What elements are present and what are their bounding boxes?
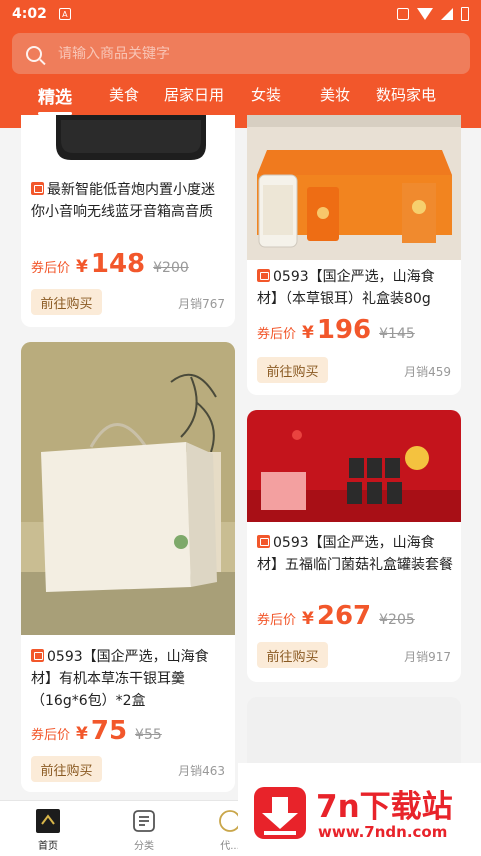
buy-button[interactable]: 前往购买 bbox=[257, 642, 328, 668]
vibrate-icon bbox=[397, 8, 409, 20]
price-label: 券后价 bbox=[257, 327, 297, 342]
app-notification-icon: A bbox=[58, 8, 71, 20]
tmall-badge-icon bbox=[257, 535, 270, 548]
watermark-text: 7n下载站 bbox=[316, 789, 453, 825]
price-label: 券后价 bbox=[257, 613, 297, 628]
search-bar[interactable] bbox=[12, 33, 470, 74]
tmall-badge-icon bbox=[257, 269, 270, 282]
original-price: ¥145 bbox=[379, 326, 415, 342]
product-image bbox=[247, 115, 461, 260]
tab-food[interactable]: 美食 bbox=[109, 84, 139, 105]
currency: ¥ bbox=[76, 724, 88, 744]
currency: ¥ bbox=[76, 257, 88, 277]
original-price: ¥55 bbox=[135, 727, 162, 743]
product-card[interactable]: 0593【国企严选，山海食材】五福临门菌菇礼盒罐装套餐 券后价 ¥ 267 ¥2… bbox=[247, 410, 461, 682]
tab-beauty[interactable]: 美妆 bbox=[320, 84, 350, 105]
price: 75 bbox=[90, 716, 128, 746]
wifi-icon bbox=[417, 8, 433, 20]
monthly-sales: 月销767 bbox=[178, 297, 225, 311]
nav-category[interactable]: 分类 bbox=[114, 809, 174, 852]
product-card[interactable]: 0593【国企严选，山海食材】（本草银耳）礼盒装80g 券后价 ¥ 196 ¥1… bbox=[247, 115, 461, 395]
monthly-sales: 月销459 bbox=[404, 365, 451, 379]
product-image bbox=[21, 342, 235, 635]
price-row: 券后价 ¥ 267 ¥205 bbox=[257, 601, 415, 631]
product-title: 0593【国企严选，山海食材】有机本草冻干银耳羹（16g*6包）*2盒 bbox=[31, 649, 209, 709]
product-image bbox=[247, 410, 461, 522]
download-icon bbox=[254, 787, 306, 839]
search-icon bbox=[26, 45, 42, 62]
product-image bbox=[21, 115, 235, 170]
product-card[interactable]: 0593【国企严选，山海食材】有机本草冻干银耳羹（16g*6包）*2盒 券后价 … bbox=[21, 342, 235, 792]
product-title: 最新智能低音炮内置小度迷你小音响无线蓝牙音箱高音质 bbox=[31, 182, 215, 220]
status-time: 4:02 bbox=[12, 6, 47, 22]
nav-home[interactable]: 首页 bbox=[18, 809, 78, 852]
category-icon bbox=[133, 810, 155, 832]
tmall-badge-icon bbox=[31, 182, 44, 195]
monthly-sales: 月销463 bbox=[178, 764, 225, 778]
tab-featured[interactable]: 精选 bbox=[38, 83, 72, 108]
product-title: 0593【国企严选，山海食材】（本草银耳）礼盒装80g bbox=[257, 269, 435, 307]
home-icon bbox=[36, 809, 60, 833]
price-row: 券后价 ¥ 75 ¥55 bbox=[31, 716, 162, 746]
price-row: 券后价 ¥ 148 ¥200 bbox=[31, 249, 189, 279]
buy-button[interactable]: 前往购买 bbox=[31, 756, 102, 782]
price: 196 bbox=[316, 315, 372, 345]
tab-electronics[interactable]: 数码家电 bbox=[376, 84, 436, 105]
status-bar: 4:02 A bbox=[0, 0, 481, 28]
tab-home[interactable]: 居家日用 bbox=[164, 84, 224, 105]
original-price: ¥205 bbox=[379, 612, 415, 628]
nav-agent-label: 代... bbox=[220, 841, 240, 852]
category-tabs: 精选 美食 居家日用 女装 美妆 数码家电 bbox=[0, 80, 481, 116]
price-label: 券后价 bbox=[31, 728, 71, 743]
tmall-badge-icon bbox=[31, 649, 44, 662]
search-input[interactable] bbox=[58, 45, 418, 62]
nav-category-label: 分类 bbox=[134, 841, 154, 852]
nav-home-label: 首页 bbox=[38, 841, 58, 852]
currency: ¥ bbox=[302, 609, 314, 629]
product-title: 0593【国企严选，山海食材】五福临门菌菇礼盒罐装套餐 bbox=[257, 535, 453, 573]
tab-womens[interactable]: 女装 bbox=[251, 84, 281, 105]
currency: ¥ bbox=[302, 323, 314, 343]
buy-button[interactable]: 前往购买 bbox=[31, 289, 102, 315]
watermark-url: www.7ndn.com bbox=[318, 823, 448, 841]
monthly-sales: 月销917 bbox=[404, 650, 451, 664]
top-header: 4:02 A 精选 美食 居家日用 女装 美妆 数码家电 bbox=[0, 0, 481, 128]
product-card[interactable]: 最新智能低音炮内置小度迷你小音响无线蓝牙音箱高音质 券后价 ¥ 148 ¥200… bbox=[21, 115, 235, 327]
price-label: 券后价 bbox=[31, 261, 71, 276]
watermark-logo: 7n下载站 www.7ndn.com bbox=[238, 763, 481, 856]
price: 148 bbox=[90, 249, 146, 279]
price: 267 bbox=[316, 601, 372, 631]
battery-icon bbox=[461, 7, 469, 21]
original-price: ¥200 bbox=[153, 260, 189, 276]
buy-button[interactable]: 前往购买 bbox=[257, 357, 328, 383]
signal-icon bbox=[441, 8, 453, 20]
price-row: 券后价 ¥ 196 ¥145 bbox=[257, 315, 415, 345]
